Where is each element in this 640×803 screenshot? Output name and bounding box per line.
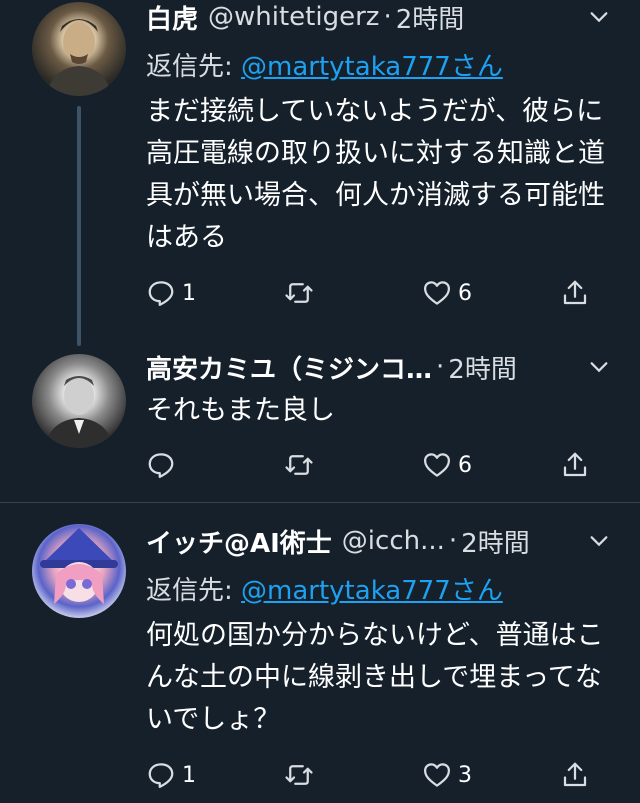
- chevron-down-icon[interactable]: [588, 6, 610, 28]
- retweet-icon: [285, 283, 313, 303]
- user-handle[interactable]: @icch...: [342, 526, 445, 556]
- share-button[interactable]: [560, 276, 590, 310]
- tweet-1[interactable]: 白虎 @whitetigerz · 2時間 返信先: @martytaka777…: [0, 0, 640, 330]
- like-button[interactable]: 6: [422, 276, 472, 310]
- separator-dot: ·: [436, 352, 445, 382]
- reply-button[interactable]: [146, 448, 182, 482]
- timestamp[interactable]: 2時間: [448, 349, 517, 386]
- like-count: 3: [458, 762, 472, 788]
- tweet-text: まだ接続していないようだが、彼らに高圧電線の取り扱いに対する知識と道具が無い場合…: [146, 96, 605, 253]
- reply-prefix: 返信先:: [146, 576, 242, 606]
- like-icon: [424, 763, 450, 787]
- tweet-2[interactable]: 高安カミユ（ミジンコ… · 2時間 それもまた良し 6: [0, 340, 640, 500]
- chevron-down-icon[interactable]: [588, 530, 610, 552]
- tweet-divider: [0, 502, 640, 503]
- display-name[interactable]: 白虎: [146, 0, 198, 36]
- reply-count: 1: [182, 280, 196, 306]
- timestamp[interactable]: 2時間: [396, 0, 465, 36]
- reply-icon: [148, 763, 174, 788]
- avatar[interactable]: [32, 2, 126, 96]
- retweet-button[interactable]: [284, 758, 314, 792]
- tweet-actions: 1 6: [146, 276, 596, 310]
- chevron-down-icon[interactable]: [588, 356, 610, 378]
- tweet-actions: 1 3: [146, 758, 596, 792]
- reply-button[interactable]: 1: [146, 276, 196, 310]
- retweet-button[interactable]: [284, 448, 314, 482]
- tweet-actions: 6: [146, 448, 596, 482]
- avatar[interactable]: [32, 354, 126, 448]
- reply-icon: [148, 453, 174, 478]
- like-count: 6: [458, 280, 472, 306]
- tweet-3[interactable]: イッチ@AI術士 @icch... · 2時間 返信先: @martytaka7…: [0, 512, 640, 803]
- reply-mention-link[interactable]: @martytaka777さん: [241, 52, 503, 82]
- reply-to: 返信先: @martytaka777さん: [146, 46, 620, 83]
- share-button[interactable]: [560, 448, 590, 482]
- reply-to: 返信先: @martytaka777さん: [146, 570, 620, 607]
- separator-dot: ·: [448, 526, 458, 556]
- retweet-button[interactable]: [284, 276, 314, 310]
- reply-count: 1: [182, 762, 196, 788]
- retweet-icon: [285, 765, 313, 785]
- user-handle[interactable]: @whitetigerz: [208, 2, 379, 32]
- like-button[interactable]: 3: [422, 758, 472, 792]
- tweet-header: 白虎 @whitetigerz · 2時間: [146, 0, 620, 36]
- tweet-header: 高安カミユ（ミジンコ… · 2時間: [146, 349, 620, 386]
- like-icon: [424, 281, 450, 305]
- tweet-header: イッチ@AI術士 @icch... · 2時間: [146, 523, 620, 560]
- display-name[interactable]: 高安カミユ（ミジンコ…: [146, 349, 432, 386]
- like-button[interactable]: 6: [422, 448, 472, 482]
- timestamp[interactable]: 2時間: [461, 523, 530, 560]
- tweet-text: 何処の国か分からないけど、普通はこんな土の中に線剥き出しで埋まってないでしょ？: [146, 620, 604, 735]
- tweet-text: それもまた良し: [146, 395, 335, 426]
- share-button[interactable]: [560, 758, 590, 792]
- reply-icon: [148, 281, 174, 306]
- reply-prefix: 返信先:: [146, 52, 242, 82]
- reply-mention-link[interactable]: @martytaka777さん: [241, 576, 503, 606]
- like-icon: [424, 453, 450, 477]
- retweet-icon: [285, 455, 313, 475]
- share-icon: [563, 280, 587, 305]
- display-name[interactable]: イッチ@AI術士: [146, 523, 332, 560]
- avatar[interactable]: [32, 524, 126, 618]
- like-count: 6: [458, 452, 472, 478]
- share-icon: [563, 452, 587, 477]
- reply-button[interactable]: 1: [146, 758, 196, 792]
- share-icon: [563, 762, 587, 787]
- separator-dot: ·: [383, 2, 392, 32]
